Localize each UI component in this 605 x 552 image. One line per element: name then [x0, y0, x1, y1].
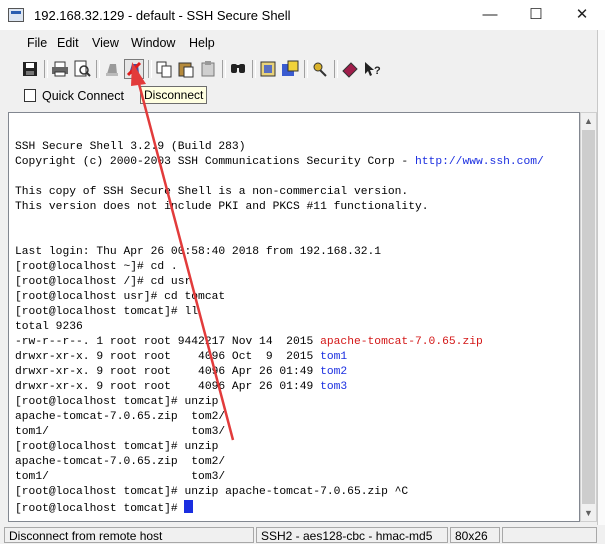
ssh-window: 192.168.32.129 - default - SSH Secure Sh… [0, 0, 605, 552]
annotation-arrow [131, 62, 235, 441]
